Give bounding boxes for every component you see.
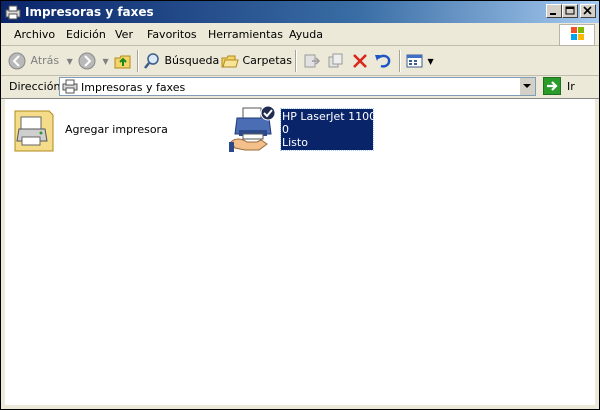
close-button[interactable] xyxy=(580,4,596,18)
menu-edicion[interactable]: Edición xyxy=(66,28,106,41)
copy-to-icon xyxy=(328,53,343,68)
menu-herramientas[interactable]: Herramientas xyxy=(208,28,283,41)
add-printer-label: Agregar impresora xyxy=(65,123,168,136)
back-label: Atrás xyxy=(30,54,60,67)
menu-favoritos[interactable]: Favoritos xyxy=(147,28,197,41)
up-folder-icon xyxy=(114,55,131,69)
go-label: Ir xyxy=(567,80,575,93)
delete-icon xyxy=(353,54,367,68)
up-folder-button[interactable] xyxy=(113,51,133,71)
printers-folder-icon xyxy=(62,79,78,97)
menu-archivo[interactable]: Archivo xyxy=(14,28,55,41)
folders-icon xyxy=(221,55,239,68)
address-input[interactable]: Impresoras y faxes xyxy=(59,77,536,96)
views-button[interactable]: ▼ xyxy=(406,51,434,71)
maximize-icon xyxy=(565,6,575,15)
move-to-icon xyxy=(304,54,321,68)
views-dropdown-icon[interactable]: ▼ xyxy=(428,57,434,66)
explorer-window: Impresoras y faxes Archivo Edición Ver F… xyxy=(0,0,600,410)
address-dropdown-button[interactable] xyxy=(519,78,535,95)
undo-icon xyxy=(375,54,391,68)
undo-button[interactable] xyxy=(373,51,393,71)
back-arrow-icon xyxy=(8,52,26,70)
close-icon xyxy=(583,6,592,15)
printer-docs: 0 xyxy=(282,123,289,136)
delete-button[interactable] xyxy=(351,51,369,71)
go-button[interactable]: Ir xyxy=(543,77,583,97)
forward-arrow-icon xyxy=(78,52,96,70)
default-printer-check-icon xyxy=(260,105,276,121)
printer-name: HP LaserJet 1100 xyxy=(282,110,377,123)
printers-folder-icon xyxy=(5,4,21,20)
windows-logo-icon xyxy=(559,24,595,46)
go-arrow-icon xyxy=(543,77,561,95)
minimize-icon xyxy=(550,13,556,15)
menu-ayuda[interactable]: Ayuda xyxy=(289,28,323,41)
folders-button[interactable]: Carpetas xyxy=(221,51,292,71)
menu-ver[interactable]: Ver xyxy=(115,28,133,41)
maximize-button[interactable] xyxy=(562,4,578,18)
forward-dropdown-icon[interactable]: ▼ xyxy=(103,57,109,66)
printer-status: Listo xyxy=(282,136,308,149)
copy-to-button[interactable] xyxy=(327,51,345,71)
search-icon xyxy=(144,53,159,69)
search-button[interactable]: Búsqueda xyxy=(143,51,219,71)
title-bar[interactable]: Impresoras y faxes xyxy=(1,1,599,23)
toolbar-separator xyxy=(137,50,139,72)
address-bar: Dirección Impresoras y faxes Ir xyxy=(1,76,599,99)
address-value: Impresoras y faxes xyxy=(81,81,186,94)
printer-label-selected: HP LaserJet 1100 0 Listo xyxy=(280,108,377,151)
folders-label: Carpetas xyxy=(242,54,292,67)
toolbar: Atrás ▼ ▼ Búsqueda Carpetas ▼ xyxy=(1,46,599,76)
menu-bar: Archivo Edición Ver Favoritos Herramient… xyxy=(1,23,599,46)
views-icon xyxy=(406,54,423,68)
content-pane: Agregar impresora HP LaserJet 1100 0 Lis… xyxy=(5,99,595,405)
chevron-down-icon xyxy=(523,84,531,88)
window-title: Impresoras y faxes xyxy=(25,5,154,19)
move-to-button[interactable] xyxy=(303,51,321,71)
search-label: Búsqueda xyxy=(164,54,220,67)
toolbar-separator xyxy=(295,50,297,72)
toolbar-separator xyxy=(399,50,401,72)
address-label: Dirección xyxy=(9,80,61,93)
back-dropdown-icon[interactable]: ▼ xyxy=(67,57,73,66)
minimize-button[interactable] xyxy=(546,4,562,18)
add-printer-icon xyxy=(14,110,54,152)
forward-button[interactable]: ▼ xyxy=(77,51,109,71)
back-button[interactable]: Atrás ▼ xyxy=(7,51,73,71)
